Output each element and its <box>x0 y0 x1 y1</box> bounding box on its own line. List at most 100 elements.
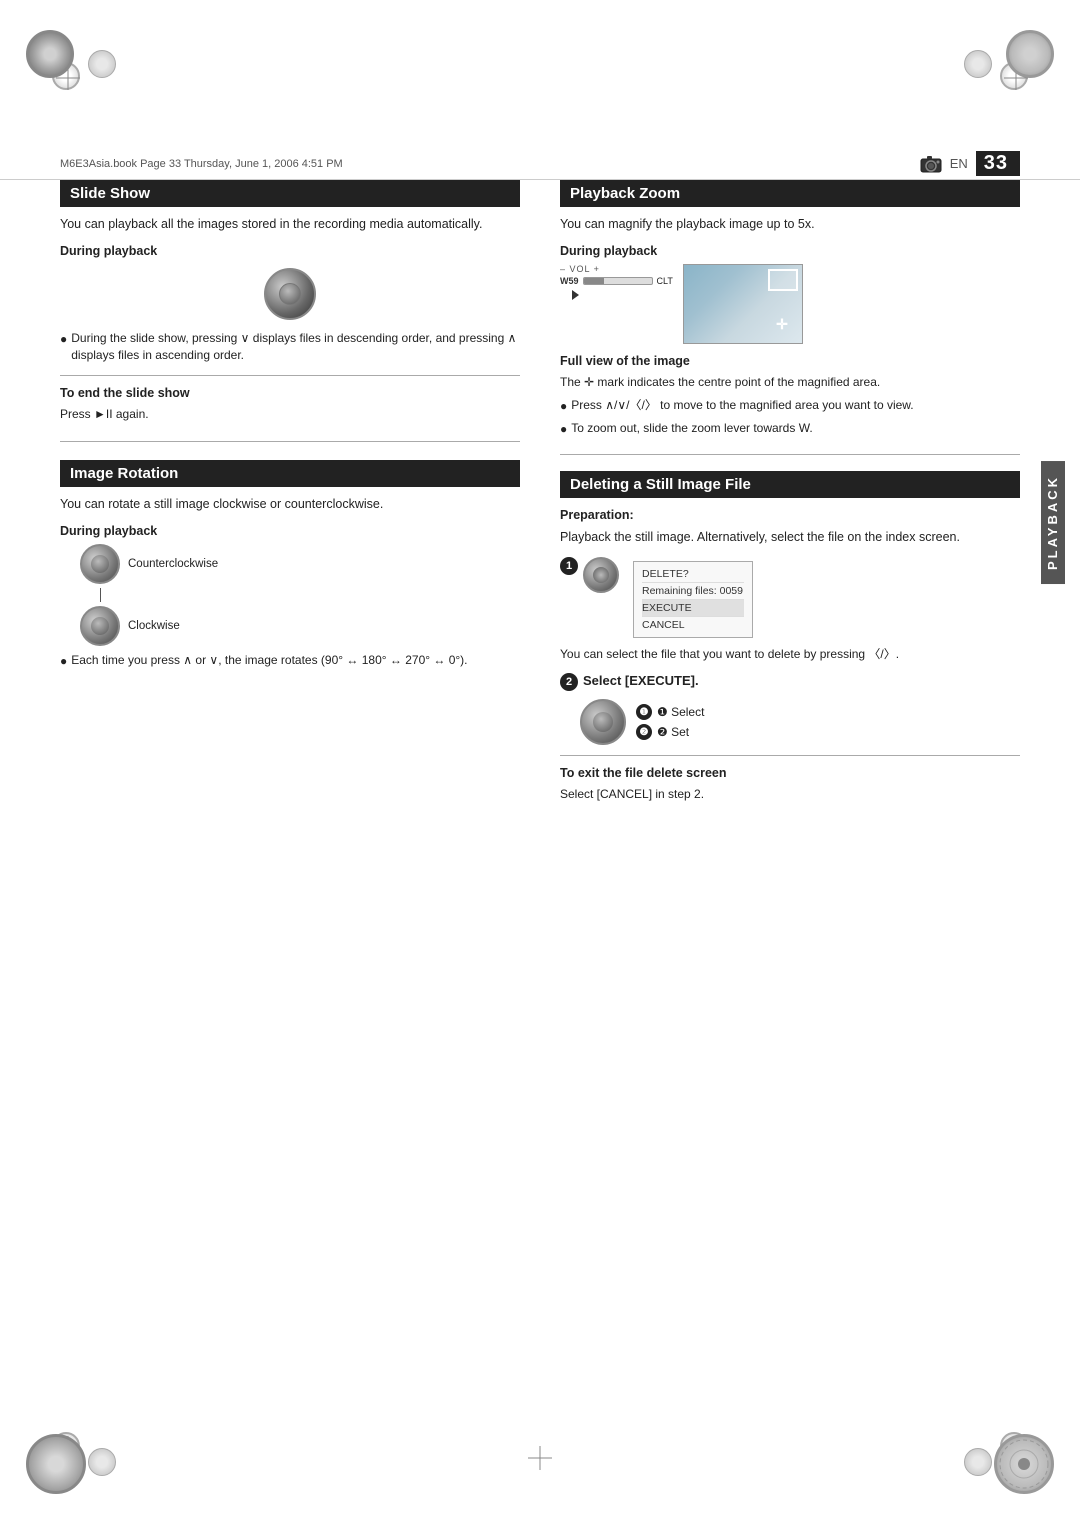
to-exit-label: To exit the file delete screen <box>560 766 1020 780</box>
step2-label: Select [EXECUTE]. <box>583 673 699 688</box>
counterclockwise-label: Counterclockwise <box>128 558 218 570</box>
w59-label: W59 <box>560 276 579 286</box>
two-column-layout: Slide Show You can playback all the imag… <box>60 180 1020 803</box>
select-labels: ❶ ❶ Select ❷ ❷ Set <box>636 704 704 740</box>
select-label-text: ❶ Select <box>657 705 704 719</box>
deco-circle-bl <box>88 1448 116 1476</box>
step1-row: 1 DELETE? Remaining files: <box>560 557 1020 638</box>
prep-text: Playback the still image. Alternatively,… <box>560 528 1020 547</box>
rotation-circle-ccw <box>80 544 120 584</box>
rotation-inner-cw <box>91 617 109 635</box>
select-button-inner <box>593 712 613 732</box>
zoom-bar-fill <box>584 278 604 284</box>
zoom-bar <box>583 277 653 285</box>
clockwise-label: Clockwise <box>128 620 180 632</box>
select-button-circle <box>580 699 626 745</box>
page-number: 33 <box>976 151 1020 176</box>
slide-show-header: Slide Show <box>60 180 520 207</box>
rotation-bullet1: ● Each time you press ∧ or ∨, the image … <box>60 652 520 670</box>
slide-show-bullet1-text: During the slide show, pressing ∨ displa… <box>71 330 520 365</box>
step2-circle: 2 <box>560 673 578 691</box>
cancel-row: CANCEL <box>642 617 744 633</box>
step1-circle: 1 <box>560 557 578 575</box>
zoom-indicator-box <box>768 269 798 291</box>
scroll-button-circle <box>264 268 316 320</box>
rotation-bullet1-text: Each time you press ∧ or ∨, the image ro… <box>71 652 467 670</box>
slide-show-during-label: During playback <box>60 244 520 258</box>
slide-show-section: Slide Show You can playback all the imag… <box>60 180 520 423</box>
zoom-arrow-container <box>572 288 673 303</box>
header-bar: M6E3Asia.book Page 33 Thursday, June 1, … <box>0 148 1080 180</box>
select-button-area: ❶ ❶ Select ❷ ❷ Set <box>560 699 1020 745</box>
divider-right <box>560 454 1020 455</box>
remaining-row: Remaining files: 0059 <box>642 583 744 600</box>
zoom-bullet1-text: Press ∧/∨/〈/〉 to move to the magnified a… <box>571 397 913 415</box>
playback-sidebar-label: PLAYBACK <box>1041 461 1065 584</box>
image-rotation-section: Image Rotation You can rotate a still im… <box>60 460 520 670</box>
rotation-connector <box>100 588 101 602</box>
delete-label-row: DELETE? <box>642 566 744 583</box>
content-area: Slide Show You can playback all the imag… <box>60 180 1020 1328</box>
image-rotation-during-label: During playback <box>60 524 520 538</box>
bullet-dot-z2: ● <box>560 421 567 438</box>
select-label-row: ❶ ❶ Select <box>636 704 704 720</box>
right-column: Playback Zoom You can magnify the playba… <box>560 180 1020 803</box>
zoom-preview-image: ✛ <box>683 264 803 344</box>
divider-mid <box>60 441 520 442</box>
playback-zoom-section: Playback Zoom You can magnify the playba… <box>560 180 1020 438</box>
bottom-center-reg <box>528 1446 552 1470</box>
bullet-dot-rot: ● <box>60 653 67 670</box>
to-end-label: To end the slide show <box>60 386 520 400</box>
deco-circle-tl <box>88 50 116 78</box>
deco-gear-tl <box>26 30 74 78</box>
rotation-circle-cw <box>80 606 120 646</box>
zoom-bar-container: W59 CLT <box>560 276 673 286</box>
deco-gear-tr <box>1006 30 1054 78</box>
clt-label: CLT <box>657 276 673 286</box>
zoom-center-mark: ✛ <box>776 316 788 333</box>
execute-row: EXECUTE <box>642 600 744 617</box>
step1-text: You can select the file that you want to… <box>560 646 1020 663</box>
playback-zoom-header: Playback Zoom <box>560 180 1020 207</box>
zoom-bullet1: ● Press ∧/∨/〈/〉 to move to the magnified… <box>560 397 1020 415</box>
camera-icon <box>920 155 942 173</box>
deco-circle-br <box>964 1448 992 1476</box>
step2-row: 2 Select [EXECUTE]. <box>560 673 1020 691</box>
playback-zoom-during-label: During playback <box>560 244 1020 258</box>
crosshair-h <box>528 1458 552 1459</box>
image-rotation-header: Image Rotation <box>60 460 520 487</box>
step1-button-inner <box>593 567 609 583</box>
step1-button-circle <box>583 557 619 593</box>
zoom-arrow-icon <box>572 290 579 300</box>
scroll-button-inner <box>279 283 301 305</box>
rotation-illustration: Counterclockwise Clockwise <box>80 544 520 646</box>
zoom-bullet2-text: To zoom out, slide the zoom lever toward… <box>571 420 812 438</box>
set-label-text: ❷ Set <box>657 725 689 739</box>
zoom-bullet2: ● To zoom out, slide the zoom lever towa… <box>560 420 1020 438</box>
step1-content: DELETE? Remaining files: 0059 EXECUTE CA… <box>583 557 753 638</box>
to-end-text: Press ►II again. <box>60 406 520 423</box>
rotation-inner-ccw <box>91 555 109 573</box>
left-column: Slide Show You can playback all the imag… <box>60 180 520 803</box>
prep-label: Preparation: <box>560 508 1020 522</box>
clockwise-row: Clockwise <box>80 606 520 646</box>
bullet-dot-z1: ● <box>560 398 567 415</box>
scroll-button-illustration <box>60 268 520 320</box>
deco-gear-bl <box>26 1434 86 1494</box>
remaining-value: 0059 <box>720 585 743 597</box>
divider-1 <box>60 375 520 376</box>
file-info: M6E3Asia.book Page 33 Thursday, June 1, … <box>60 158 920 170</box>
counterclockwise-row: Counterclockwise <box>80 544 520 584</box>
image-rotation-intro: You can rotate a still image clockwise o… <box>60 495 520 514</box>
en-label: EN <box>950 156 968 171</box>
slide-show-intro: You can playback all the images stored i… <box>60 215 520 234</box>
gear-svg <box>997 1437 1051 1491</box>
zoom-control-widget: – VOL + W59 CLT <box>560 264 673 303</box>
bullet-dot-1: ● <box>60 331 67 365</box>
vol-label: – VOL + <box>560 264 673 274</box>
select-number-1: ❶ <box>636 704 652 720</box>
zoom-preview-area: – VOL + W59 CLT <box>560 264 1020 344</box>
remaining-label: Remaining files: <box>642 585 717 597</box>
deleting-header: Deleting a Still Image File <box>560 471 1020 498</box>
deleting-section: Deleting a Still Image File Preparation:… <box>560 471 1020 804</box>
